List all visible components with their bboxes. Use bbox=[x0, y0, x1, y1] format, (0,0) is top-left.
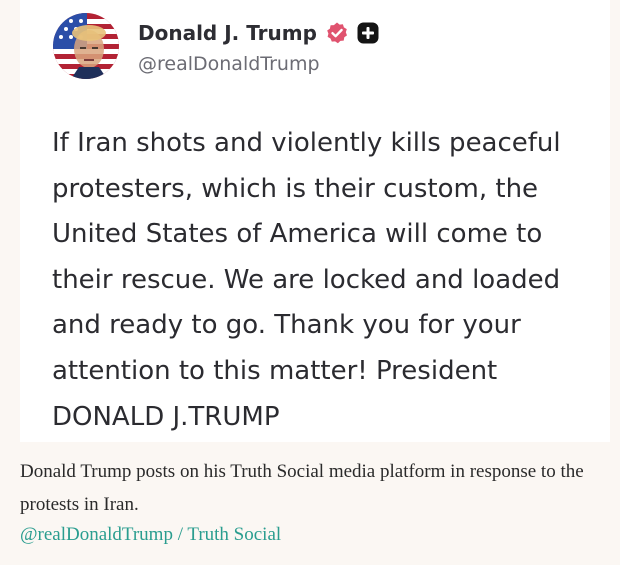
avatar-image bbox=[53, 13, 119, 79]
name-row: Donald J. Trump bbox=[138, 18, 379, 48]
display-name[interactable]: Donald J. Trump bbox=[138, 21, 317, 45]
plus-icon[interactable] bbox=[357, 22, 379, 44]
image-caption: Donald Trump posts on his Truth Social m… bbox=[20, 461, 584, 515]
post-body-text: If Iran shots and violently kills peacef… bbox=[52, 128, 561, 432]
image-credit-link[interactable]: @realDonaldTrump / Truth Social bbox=[20, 518, 281, 551]
user-handle[interactable]: @realDonaldTrump bbox=[138, 53, 320, 75]
verified-badge-icon bbox=[325, 21, 349, 45]
avatar[interactable] bbox=[53, 13, 119, 79]
post-card: Donald J. Trump @realDonaldTrump If Iran… bbox=[20, 0, 610, 442]
